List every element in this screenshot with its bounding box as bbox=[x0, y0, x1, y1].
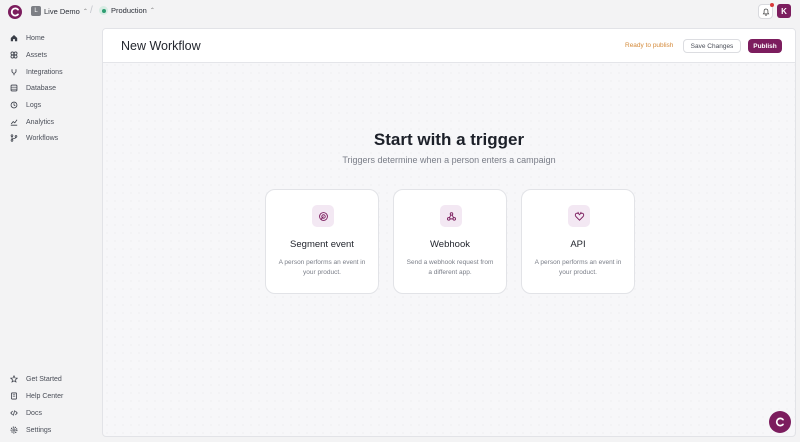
sidebar-item-assets[interactable]: Assets bbox=[10, 49, 47, 61]
api-icon bbox=[568, 205, 590, 227]
trigger-card-title: Webhook bbox=[430, 239, 470, 250]
code-icon bbox=[10, 410, 18, 416]
bell-icon bbox=[762, 8, 769, 16]
sidebar-item-label: Get Started bbox=[26, 375, 62, 383]
sidebar-item-label: Database bbox=[26, 84, 56, 92]
trigger-card-description: Send a webhook request from a different … bbox=[406, 259, 494, 276]
home-icon bbox=[10, 35, 18, 42]
editor-header: New Workflow Ready to publish Save Chang… bbox=[103, 29, 795, 63]
sidebar-item-label: Workflows bbox=[26, 134, 59, 142]
sidebar-item-label: Analytics bbox=[26, 118, 55, 126]
trigger-card-description: A person performs an event in your produ… bbox=[534, 259, 622, 276]
sidebar-item-label: Home bbox=[26, 34, 45, 42]
save-changes-button[interactable]: Save Changes bbox=[683, 39, 741, 53]
environment-name: Production bbox=[111, 6, 147, 15]
sidebar-item-label: Docs bbox=[26, 409, 42, 417]
sidebar-item-docs[interactable]: Docs bbox=[10, 407, 42, 419]
workspace-badge: L bbox=[31, 6, 41, 16]
webhook-icon bbox=[440, 205, 462, 227]
sidebar-item-home[interactable]: Home bbox=[10, 32, 45, 44]
workflow-editor: New Workflow Ready to publish Save Chang… bbox=[102, 28, 796, 437]
publish-status: Ready to publish bbox=[625, 42, 674, 49]
book-icon bbox=[11, 392, 17, 400]
top-bar: L Live Demo ⌃ / Production ⌃ K bbox=[0, 0, 800, 24]
sidebar-item-analytics[interactable]: Analytics bbox=[10, 116, 54, 128]
help-chat-button[interactable] bbox=[769, 411, 791, 433]
trigger-card-title: Segment event bbox=[290, 239, 354, 250]
app-logo-icon[interactable] bbox=[8, 5, 22, 19]
chevron-updown-icon: ⌃ bbox=[82, 8, 88, 15]
trigger-card-webhook[interactable]: Webhook Send a webhook request from a di… bbox=[393, 189, 507, 294]
chat-logo-icon bbox=[775, 417, 784, 427]
trigger-subheading: Triggers determine when a person enters … bbox=[342, 155, 556, 165]
workflows-icon bbox=[10, 134, 18, 142]
page-title: New Workflow bbox=[121, 39, 201, 53]
chevron-updown-icon: ⌃ bbox=[149, 8, 155, 14]
trigger-card-title: API bbox=[570, 239, 586, 250]
assets-icon bbox=[10, 51, 18, 59]
sidebar-item-help-center[interactable]: Help Center bbox=[10, 390, 63, 402]
sidebar-item-database[interactable]: Database bbox=[10, 82, 56, 94]
user-avatar[interactable]: K bbox=[777, 4, 791, 18]
sidebar-item-settings[interactable]: Settings bbox=[10, 424, 51, 436]
sidebar-item-get-started[interactable]: Get Started bbox=[10, 373, 62, 385]
environment-switcher[interactable]: Production ⌃ bbox=[99, 6, 155, 15]
star-icon bbox=[10, 375, 18, 383]
sidebar-item-integrations[interactable]: Integrations bbox=[10, 66, 63, 78]
sidebar-item-logs[interactable]: Logs bbox=[10, 99, 41, 111]
sidebar-item-label: Help Center bbox=[26, 392, 64, 400]
notification-dot bbox=[770, 3, 774, 7]
sidebar-item-label: Integrations bbox=[26, 68, 63, 76]
trigger-card-api[interactable]: API A person performs an event in your p… bbox=[521, 189, 635, 294]
environment-status-icon bbox=[99, 6, 108, 15]
sidebar-item-workflows[interactable]: Workflows bbox=[10, 132, 58, 144]
trigger-card-segment-event[interactable]: Segment event A person performs an event… bbox=[265, 189, 379, 294]
gear-icon bbox=[10, 426, 18, 434]
logs-icon bbox=[10, 101, 18, 109]
workspace-switcher[interactable]: L Live Demo ⌃ bbox=[31, 6, 88, 16]
sidebar-item-label: Logs bbox=[26, 101, 42, 109]
trigger-heading: Start with a trigger bbox=[373, 130, 525, 149]
sidebar-item-label: Settings bbox=[26, 426, 52, 434]
trigger-card-description: A person performs an event in your produ… bbox=[278, 259, 366, 276]
sidebar: Home Assets Integrations Database Logs A… bbox=[0, 28, 100, 442]
sidebar-item-label: Assets bbox=[26, 51, 48, 59]
analytics-icon bbox=[10, 119, 18, 126]
database-icon bbox=[10, 84, 18, 92]
integrations-icon bbox=[11, 69, 17, 76]
publish-button[interactable]: Publish bbox=[748, 39, 782, 53]
segment-icon bbox=[312, 205, 334, 227]
notifications-button[interactable] bbox=[758, 3, 774, 19]
breadcrumb-separator: / bbox=[90, 5, 93, 16]
workspace-name: Live Demo bbox=[44, 6, 80, 16]
